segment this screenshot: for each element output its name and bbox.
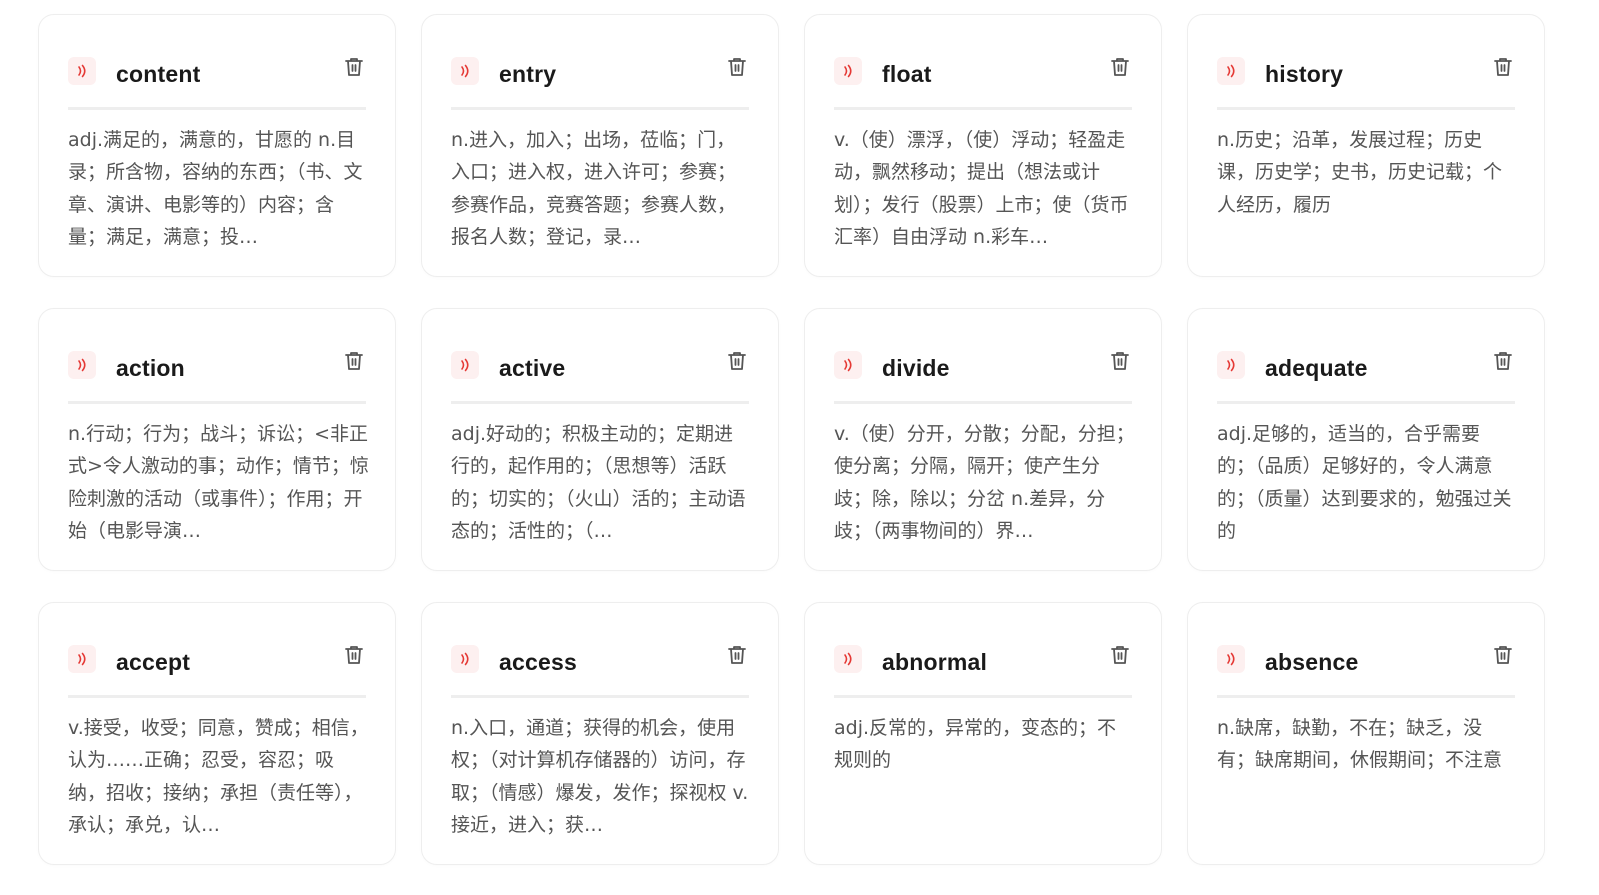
card-header: absence [1217,641,1515,698]
speaker-icon[interactable] [451,351,479,379]
word-meaning: n.进入，加入；出场，莅临；门，入口；进入权，进入许可；参赛；参赛作品，竞赛答题… [451,129,737,248]
word-title: absence [1265,649,1359,675]
card-header: divide [834,347,1132,404]
speaker-icon[interactable] [68,57,96,85]
word-meaning: adj.满足的，满意的，甘愿的 n.目录；所含物，容纳的东西；（书、文章、演讲、… [68,129,363,248]
word-card[interactable]: history n.历史；沿革，发展过程；历史课，历史学；史书，历史记载；个人经… [1187,14,1545,277]
word-card[interactable]: entry n.进入，加入；出场，莅临；门，入口；进入权，进入许可；参赛；参赛作… [421,14,779,277]
speaker-icon[interactable] [834,57,862,85]
card-header: abnormal [834,641,1132,698]
card-header: accept [68,641,366,698]
word-card[interactable]: active adj.好动的；积极主动的；定期进行的，起作用的；（思想等）活跃的… [421,308,779,571]
word-meaning: adj.反常的，异常的，变态的；不规则的 [834,717,1117,772]
trash-icon[interactable] [725,643,749,667]
word-card[interactable]: abnormal adj.反常的，异常的，变态的；不规则的 [804,602,1162,865]
card-header: entry [451,53,749,110]
speaker-icon[interactable] [834,351,862,379]
card-header: action [68,347,366,404]
card-header: access [451,641,749,698]
word-meaning: n.历史；沿革，发展过程；历史课，历史学；史书，历史记载；个人经历，履历 [1217,129,1503,216]
trash-icon[interactable] [342,55,366,79]
trash-icon[interactable] [1108,55,1132,79]
speaker-icon[interactable] [1217,351,1245,379]
word-card[interactable]: adequate adj.足够的，适当的，合乎需要的；（品质）足够好的，令人满意… [1187,308,1545,571]
card-header: active [451,347,749,404]
word-card[interactable]: access n.入口，通道；获得的机会，使用权；（对计算机存储器的）访问，存取… [421,602,779,865]
trash-icon[interactable] [1491,55,1515,79]
word-card[interactable]: float v.（使）漂浮，（使）浮动；轻盈走动，飘然移动；提出（想法或计划）；… [804,14,1162,277]
word-title: action [116,355,185,381]
speaker-icon[interactable] [68,645,96,673]
speaker-icon[interactable] [834,645,862,673]
word-title: accept [116,649,191,675]
trash-icon[interactable] [342,349,366,373]
word-card[interactable]: accept v.接受，收受；同意，赞成；相信，认为……正确；忍受，容忍；吸纳，… [38,602,396,865]
speaker-icon[interactable] [451,57,479,85]
word-card[interactable]: action n.行动；行为；战斗；诉讼；<非正式>令人激动的事；动作；情节；惊… [38,308,396,571]
card-header: content [68,53,366,110]
word-card[interactable]: absence n.缺席，缺勤，不在；缺乏，没有；缺席期间，休假期间；不注意 [1187,602,1545,865]
word-meaning: v.（使）分开，分散；分配，分担；使分离；分隔，隔开；使产生分歧；除，除以；分岔… [834,423,1135,542]
trash-icon[interactable] [1108,349,1132,373]
speaker-icon[interactable] [451,645,479,673]
word-title: entry [499,61,557,87]
word-meaning: n.入口，通道；获得的机会，使用权；（对计算机存储器的）访问，存取；（情感）爆发… [451,717,749,836]
speaker-icon[interactable] [1217,57,1245,85]
word-card[interactable]: divide v.（使）分开，分散；分配，分担；使分离；分隔，隔开；使产生分歧；… [804,308,1162,571]
word-meaning: v.接受，收受；同意，赞成；相信，认为……正确；忍受，容忍；吸纳，招收；接纳；承… [68,717,369,836]
word-title: adequate [1265,355,1368,381]
word-title: content [116,61,201,87]
speaker-icon[interactable] [68,351,96,379]
trash-icon[interactable] [1491,349,1515,373]
word-title: history [1265,61,1344,87]
card-header: history [1217,53,1515,110]
word-title: float [882,61,932,87]
word-meaning: adj.足够的，适当的，合乎需要的；（品质）足够好的，令人满意的；（质量）达到要… [1217,423,1512,542]
card-header: float [834,53,1132,110]
trash-icon[interactable] [1491,643,1515,667]
word-meaning: n.行动；行为；战斗；诉讼；<非正式>令人激动的事；动作；情节；惊险刺激的活动（… [68,423,369,542]
speaker-icon[interactable] [1217,645,1245,673]
word-card[interactable]: content adj.满足的，满意的，甘愿的 n.目录；所含物，容纳的东西；（… [38,14,396,277]
word-title: active [499,355,566,381]
word-title: abnormal [882,649,988,675]
word-meaning: n.缺席，缺勤，不在；缺乏，没有；缺席期间，休假期间；不注意 [1217,717,1503,772]
word-meaning: v.（使）漂浮，（使）浮动；轻盈走动，飘然移动；提出（想法或计划）；发行（股票）… [834,129,1129,248]
trash-icon[interactable] [1108,643,1132,667]
word-title: access [499,649,577,675]
word-meaning: adj.好动的；积极主动的；定期进行的，起作用的；（思想等）活跃的；切实的；（火… [451,423,746,542]
word-card-grid: content adj.满足的，满意的，甘愿的 n.目录；所含物，容纳的东西；（… [38,14,1545,865]
word-title: divide [882,355,950,381]
trash-icon[interactable] [725,349,749,373]
trash-icon[interactable] [342,643,366,667]
card-header: adequate [1217,347,1515,404]
trash-icon[interactable] [725,55,749,79]
